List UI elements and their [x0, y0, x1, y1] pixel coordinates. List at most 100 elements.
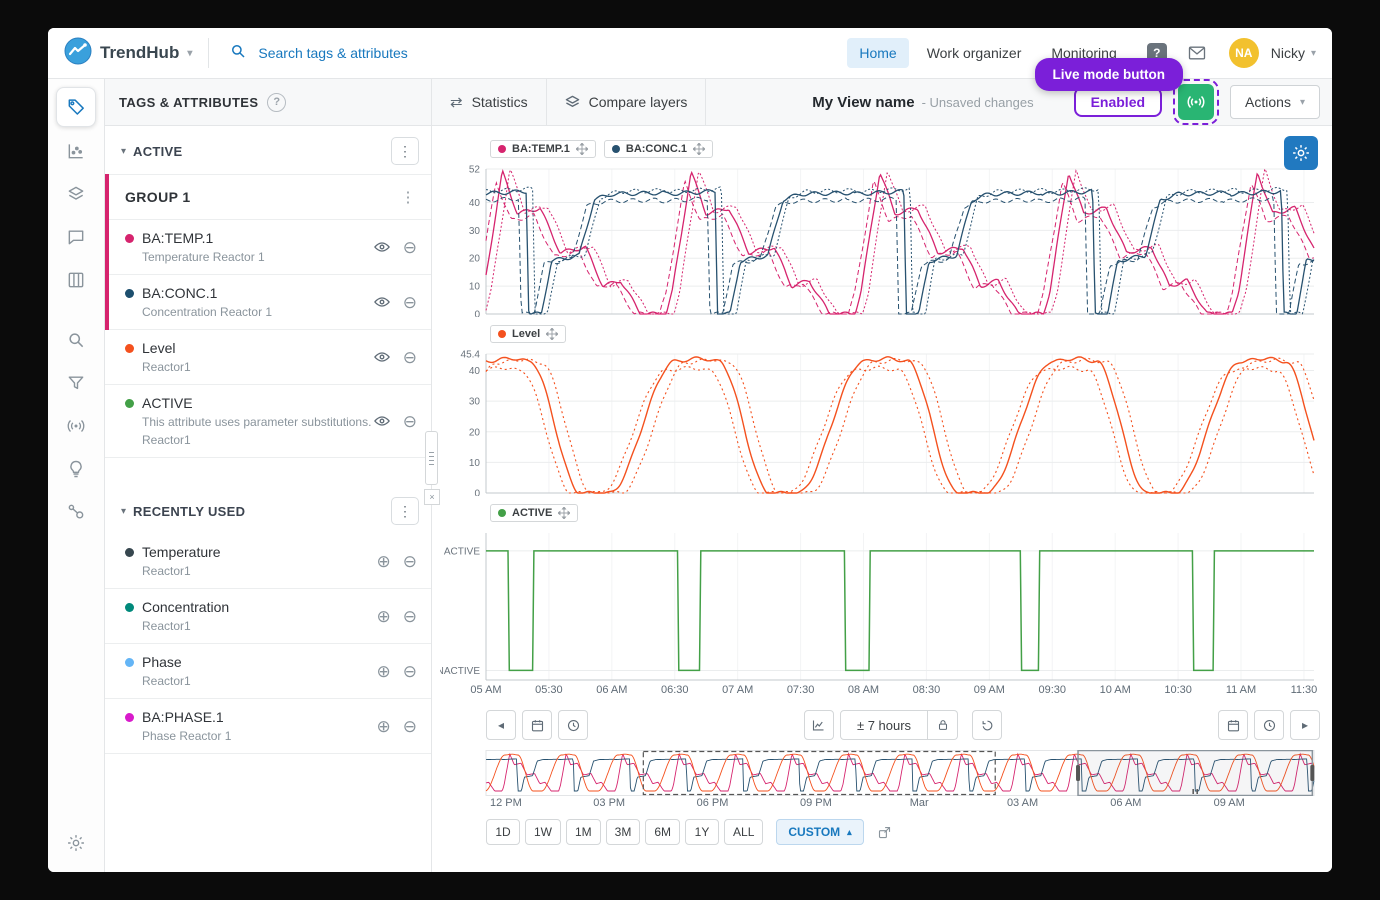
visibility-eye-icon[interactable]	[373, 294, 391, 310]
lightbulb-rail-button[interactable]	[57, 450, 95, 488]
tag-row-ba-phase-1[interactable]: BA:PHASE.1 Phase Reactor 1 ⊕ ⊖	[105, 699, 431, 754]
preset-3m[interactable]: 3M	[606, 819, 641, 845]
tag-row-active[interactable]: ACTIVE This attribute uses parameter sub…	[105, 385, 431, 458]
enabled-badge: Enabled	[1074, 87, 1162, 117]
filter-rail-button[interactable]	[57, 364, 95, 402]
nav-work-organizer[interactable]: Work organizer	[915, 38, 1034, 68]
actions-button[interactable]: Actions ▾	[1230, 85, 1320, 119]
remove-circle-icon[interactable]: ⊖	[403, 294, 417, 311]
preset-all[interactable]: ALL	[724, 819, 763, 845]
tag-row-phase[interactable]: Phase Reactor1 ⊕ ⊖	[105, 644, 431, 699]
series-color-dot	[125, 548, 134, 557]
trend-chart-temperature-concentration[interactable]: 52403020100	[440, 163, 1320, 317]
live-mode-button[interactable]	[1178, 84, 1214, 120]
legend-chip-active[interactable]: ACTIVE	[490, 504, 578, 522]
body-row: TAGS & ATTRIBUTES ? ▾ ACTIVE ⋮ GROUP 1 ⋮	[48, 79, 1332, 872]
expand-custom-range-icon[interactable]	[871, 819, 897, 845]
search-input[interactable]	[256, 44, 530, 62]
preset-6m[interactable]: 6M	[645, 819, 680, 845]
preset-custom[interactable]: CUSTOM ▴	[776, 819, 863, 845]
remove-circle-icon[interactable]: ⊖	[403, 608, 417, 625]
comment-rail-button[interactable]	[57, 218, 95, 256]
history-refresh-button[interactable]	[972, 710, 1002, 740]
tag-row-ba-temp-1[interactable]: BA:TEMP.1 Temperature Reactor 1 ⊖	[109, 220, 431, 275]
calendar-end-button[interactable]	[1218, 710, 1248, 740]
app-window: TrendHub ▾ Home Work organizer Monitorin…	[48, 28, 1332, 872]
overview-time-labels: 12 PM03 PM06 PM09 PMMar03 AM06 AM09 AM	[440, 796, 1320, 811]
user-name[interactable]: Nicky	[1271, 45, 1305, 61]
chart-settings-button[interactable]	[1284, 136, 1318, 170]
tag-row-ba-conc-1[interactable]: BA:CONC.1 Concentration Reactor 1 ⊖	[109, 275, 431, 330]
pan-right-button[interactable]: ▸	[1290, 710, 1320, 740]
tag-row-level[interactable]: Level Reactor1 ⊖	[105, 330, 431, 385]
move-icon[interactable]	[693, 143, 705, 155]
panel-collapse-button[interactable]: ×	[424, 489, 440, 505]
lock-duration-button[interactable]	[928, 710, 958, 740]
time-end-button[interactable]	[1254, 710, 1284, 740]
remove-circle-icon[interactable]: ⊖	[403, 718, 417, 735]
trend-chart-level[interactable]: 45.4403020100	[440, 348, 1320, 496]
legend-chip-ba-temp-1[interactable]: BA:TEMP.1	[490, 140, 596, 158]
tag-name: Phase	[142, 654, 182, 670]
collapse-triangle-icon[interactable]: ▾	[121, 506, 126, 517]
move-icon[interactable]	[558, 507, 570, 519]
tab-statistics[interactable]: ⇄ Statistics	[432, 79, 547, 125]
move-icon[interactable]	[576, 143, 588, 155]
collapse-triangle-icon[interactable]: ▾	[121, 146, 126, 157]
preset-1w[interactable]: 1W	[525, 819, 561, 845]
preset-1m[interactable]: 1M	[566, 819, 601, 845]
overview-time-label: 09 PM	[800, 797, 832, 809]
preset-1d[interactable]: 1D	[486, 819, 520, 845]
settings-rail-button[interactable]	[57, 824, 95, 862]
search-rail-button[interactable]	[57, 321, 95, 359]
calendar-start-button[interactable]	[522, 710, 552, 740]
tag-row-concentration[interactable]: Concentration Reactor1 ⊕ ⊖	[105, 589, 431, 644]
remove-circle-icon[interactable]: ⊖	[403, 413, 417, 430]
active-section-menu-button[interactable]: ⋮	[391, 137, 419, 165]
time-toolbar: ◂ ± 7 hours	[486, 710, 1326, 740]
dashboard-rail-button[interactable]	[57, 261, 95, 299]
x-axis-label: 05:30	[535, 684, 563, 696]
remove-circle-icon[interactable]: ⊖	[403, 349, 417, 366]
nav-home[interactable]: Home	[847, 38, 908, 68]
layers-rail-button[interactable]	[57, 175, 95, 213]
tags-rail-button[interactable]	[56, 87, 96, 127]
add-circle-icon[interactable]: ⊕	[377, 718, 391, 735]
legend-chip-ba-conc-1[interactable]: BA:CONC.1	[604, 140, 713, 158]
mail-icon[interactable]	[1187, 43, 1207, 63]
time-start-button[interactable]	[558, 710, 588, 740]
chevron-down-icon[interactable]: ▾	[1311, 48, 1316, 59]
pan-left-button[interactable]: ◂	[486, 710, 516, 740]
group-1-menu-button[interactable]: ⋮	[397, 188, 419, 206]
preset-1y[interactable]: 1Y	[685, 819, 719, 845]
legend-chip-level[interactable]: Level	[490, 325, 566, 343]
scatter-plot-rail-button[interactable]	[57, 132, 95, 170]
node-graph-rail-button[interactable]	[57, 493, 95, 531]
visibility-eye-icon[interactable]	[373, 349, 391, 365]
trend-chart-active-state[interactable]: ACTIVEINACTIVE	[440, 527, 1320, 683]
add-circle-icon[interactable]: ⊕	[377, 663, 391, 680]
trend-scale-button[interactable]	[804, 710, 834, 740]
panel-help-icon[interactable]: ?	[267, 93, 286, 112]
avatar[interactable]: NA	[1229, 38, 1259, 68]
add-circle-icon[interactable]: ⊕	[377, 608, 391, 625]
visibility-eye-icon[interactable]	[373, 239, 391, 255]
timeline-overview-strip[interactable]	[440, 750, 1320, 796]
panel-resizer-handle[interactable]	[425, 431, 438, 485]
recently-used-menu-button[interactable]: ⋮	[391, 497, 419, 525]
overview-time-label: 06 PM	[697, 797, 729, 809]
move-icon[interactable]	[546, 328, 558, 340]
tab-compare-layers[interactable]: Compare layers	[547, 79, 707, 125]
svg-text:10: 10	[469, 282, 481, 293]
group-1-header[interactable]: GROUP 1 ⋮	[109, 174, 431, 220]
duration-label[interactable]: ± 7 hours	[840, 710, 928, 740]
tag-row-temperature[interactable]: Temperature Reactor1 ⊕ ⊖	[105, 534, 431, 589]
remove-circle-icon[interactable]: ⊖	[403, 239, 417, 256]
broadcast-rail-button[interactable]	[57, 407, 95, 445]
remove-circle-icon[interactable]: ⊖	[403, 553, 417, 570]
svg-text:0: 0	[474, 310, 480, 318]
visibility-eye-icon[interactable]	[373, 413, 391, 429]
remove-circle-icon[interactable]: ⊖	[403, 663, 417, 680]
add-circle-icon[interactable]: ⊕	[377, 553, 391, 570]
brand[interactable]: TrendHub ▾	[64, 37, 192, 70]
